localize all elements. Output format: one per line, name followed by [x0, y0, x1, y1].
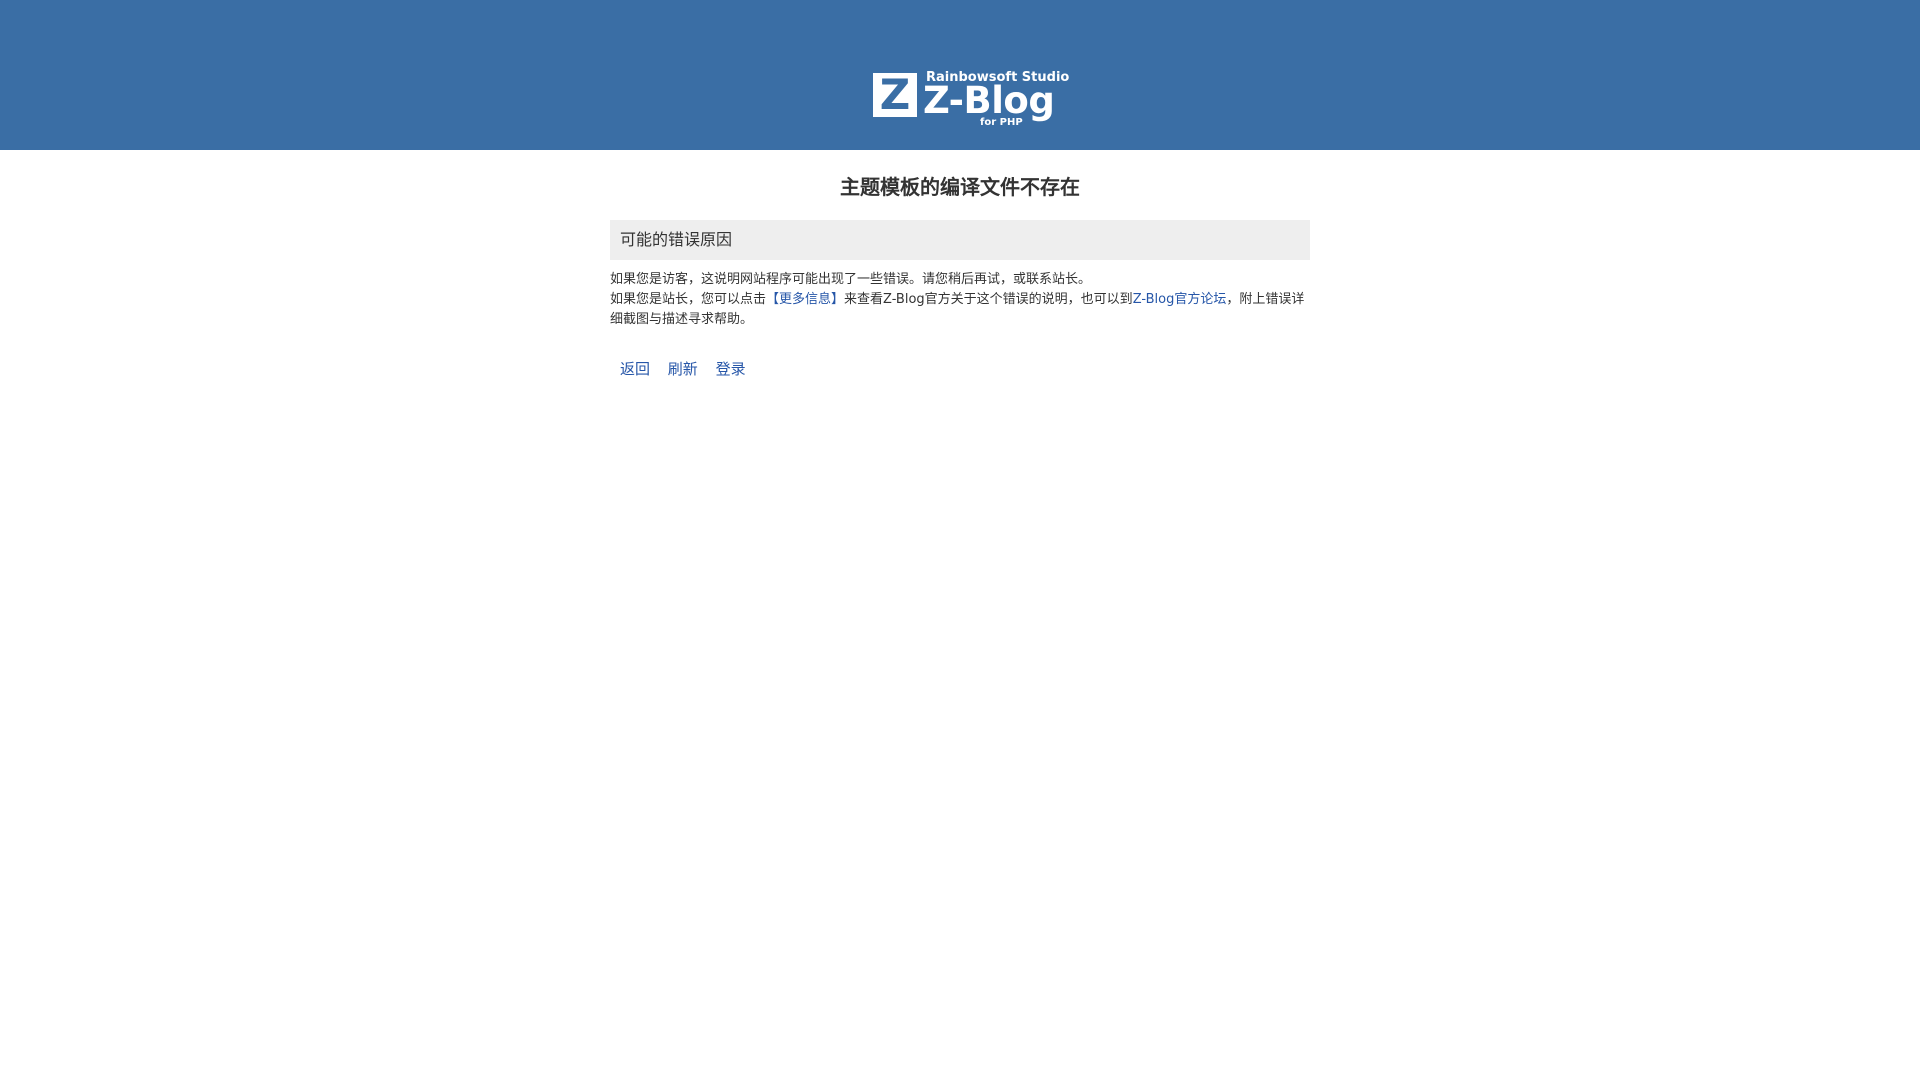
back-link[interactable]: 返回 — [620, 360, 650, 378]
header-bar: Z Rainbowsoft Studio Z-Blog for PHP — [0, 0, 1920, 150]
reason-heading: 可能的错误原因 — [610, 220, 1310, 260]
more-info-link[interactable]: 【更多信息】 — [766, 292, 844, 307]
refresh-link[interactable]: 刷新 — [668, 360, 698, 378]
action-links: 返回 刷新 登录 — [610, 358, 1310, 379]
error-container: 主题模板的编译文件不存在 可能的错误原因 如果您是访客，这说明网站程序可能出现了… — [610, 150, 1310, 379]
login-link[interactable]: 登录 — [716, 360, 746, 378]
admin-message: 如果您是站长，您可以点击【更多信息】来查看Z-Blog官方关于这个错误的说明，也… — [610, 290, 1310, 330]
z-logo-icon: Z — [873, 73, 917, 117]
admin-message-part2: 来查看Z-Blog官方关于这个错误的说明，也可以到 — [844, 292, 1133, 307]
error-title: 主题模板的编译文件不存在 — [840, 175, 1080, 199]
visitor-message: 如果您是访客，这说明网站程序可能出现了一些错误。请您稍后再试，或联系站长。 — [610, 272, 1092, 287]
error-description: 如果您是访客，这说明网站程序可能出现了一些错误。请您稍后再试，或联系站长。 如果… — [610, 270, 1310, 330]
logo-sub-text: for PHP — [980, 117, 1023, 128]
forum-link[interactable]: Z-Blog官方论坛 — [1133, 292, 1227, 307]
admin-message-part1: 如果您是站长，您可以点击 — [610, 292, 767, 307]
logo-main-text: Z-Blog — [923, 79, 1055, 122]
zblog-logo: Z Rainbowsoft Studio Z-Blog for PHP — [873, 70, 1069, 130]
